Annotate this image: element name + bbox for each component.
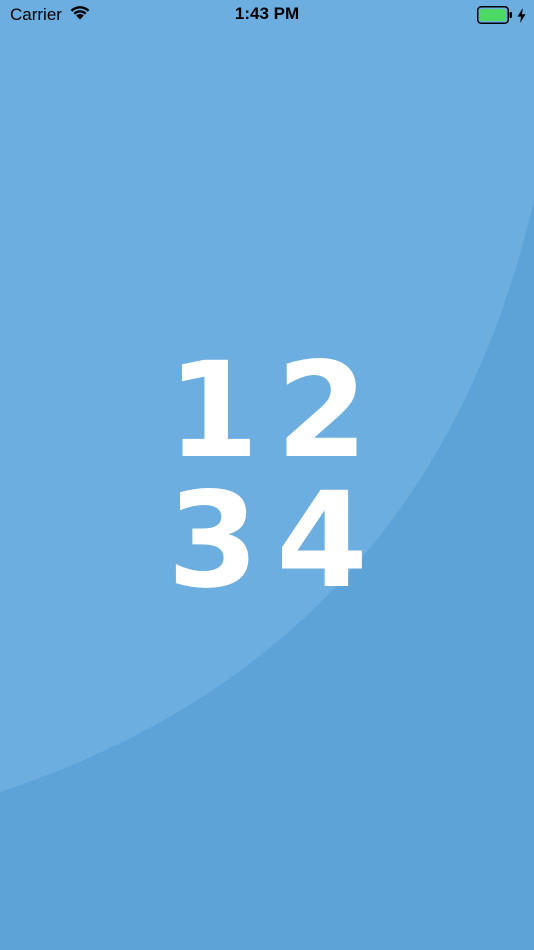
logo-digit-1: 1 xyxy=(167,334,259,488)
logo-digit-4: 4 xyxy=(276,464,368,618)
splash-logo: 1 2 3 4 xyxy=(0,0,534,950)
logo-digit-2: 2 xyxy=(276,334,368,488)
app-screen: Carrier 1:43 PM 1 2 3 4 xyxy=(0,0,534,950)
logo-digit-3: 3 xyxy=(167,464,259,618)
